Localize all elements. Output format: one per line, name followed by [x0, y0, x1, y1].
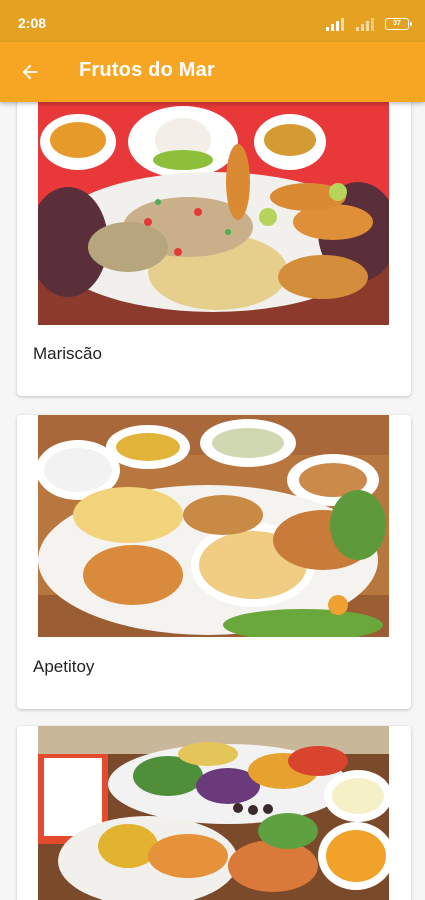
product-card[interactable] [17, 726, 411, 900]
battery-icon: 37 [385, 18, 412, 30]
product-image [38, 102, 389, 325]
app-bar: Frutos do Mar [0, 42, 425, 102]
product-image [38, 415, 389, 637]
product-card[interactable]: Apetitoy [17, 415, 411, 709]
status-icons: 37 [325, 17, 412, 31]
product-list: Mariscão Apetitoy [0, 102, 425, 900]
signal-icon-secondary [356, 18, 374, 31]
status-bar: 2:08 37 [0, 0, 425, 42]
battery-level: 37 [393, 20, 401, 27]
product-card[interactable]: Mariscão [17, 102, 411, 396]
signal-icon [326, 18, 344, 31]
product-image [38, 726, 389, 900]
back-button[interactable] [14, 56, 46, 88]
arrow-back-icon [22, 64, 38, 80]
product-name: Mariscão [33, 344, 102, 363]
status-time: 2:08 [18, 15, 47, 31]
page-title: Frutos do Mar [79, 59, 215, 81]
product-name: Apetitoy [33, 657, 95, 676]
